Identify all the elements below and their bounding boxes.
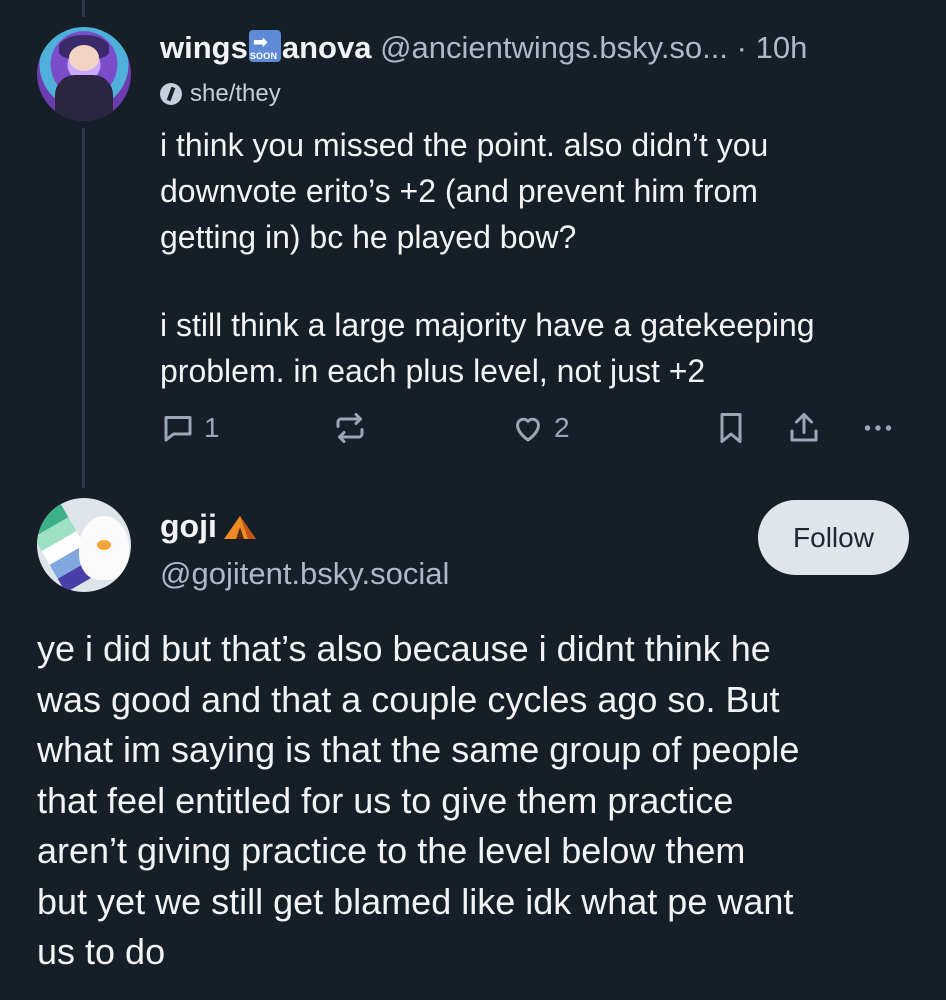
post-text: ye i did but that’s also because i didnt…	[37, 628, 800, 972]
timestamp[interactable]: 10h	[756, 30, 808, 65]
like-button[interactable]: 2	[510, 410, 570, 446]
like-icon	[516, 417, 540, 442]
display-name[interactable]: goji	[160, 508, 259, 545]
more-icon	[864, 425, 892, 431]
post-actions: 1 2	[160, 410, 900, 454]
bookmark-icon	[720, 413, 742, 443]
pronouns: she/they	[160, 80, 281, 108]
follow-button[interactable]: Follow	[758, 500, 909, 575]
soon-emoji: ➡ SOON	[248, 30, 281, 62]
more-button[interactable]	[860, 410, 896, 446]
reply-button[interactable]: 1	[160, 410, 220, 446]
thread-line-top	[82, 0, 85, 17]
reply-icon	[164, 416, 192, 442]
user-handle[interactable]: @ancientwings.bsky.so...	[380, 30, 728, 65]
post-text: i think you missed the point. also didn’…	[160, 127, 815, 389]
display-name[interactable]: wings ➡ SOON anova	[160, 30, 371, 65]
avatar[interactable]	[37, 498, 131, 592]
tent-emoji	[223, 515, 256, 539]
bookmark-button[interactable]	[713, 410, 749, 446]
share-icon	[790, 413, 818, 442]
post-header: wings ➡ SOON anova @ancientwings.bsky.so...…	[160, 30, 807, 66]
thread-line	[82, 128, 85, 488]
share-button[interactable]	[786, 410, 822, 446]
user-handle[interactable]: @gojitent.bsky.social	[160, 556, 449, 592]
avatar[interactable]	[37, 27, 131, 121]
repost-icon	[336, 413, 364, 443]
separator: ·	[736, 30, 747, 65]
repost-button[interactable]	[332, 410, 376, 446]
pronoun-icon	[160, 83, 182, 105]
